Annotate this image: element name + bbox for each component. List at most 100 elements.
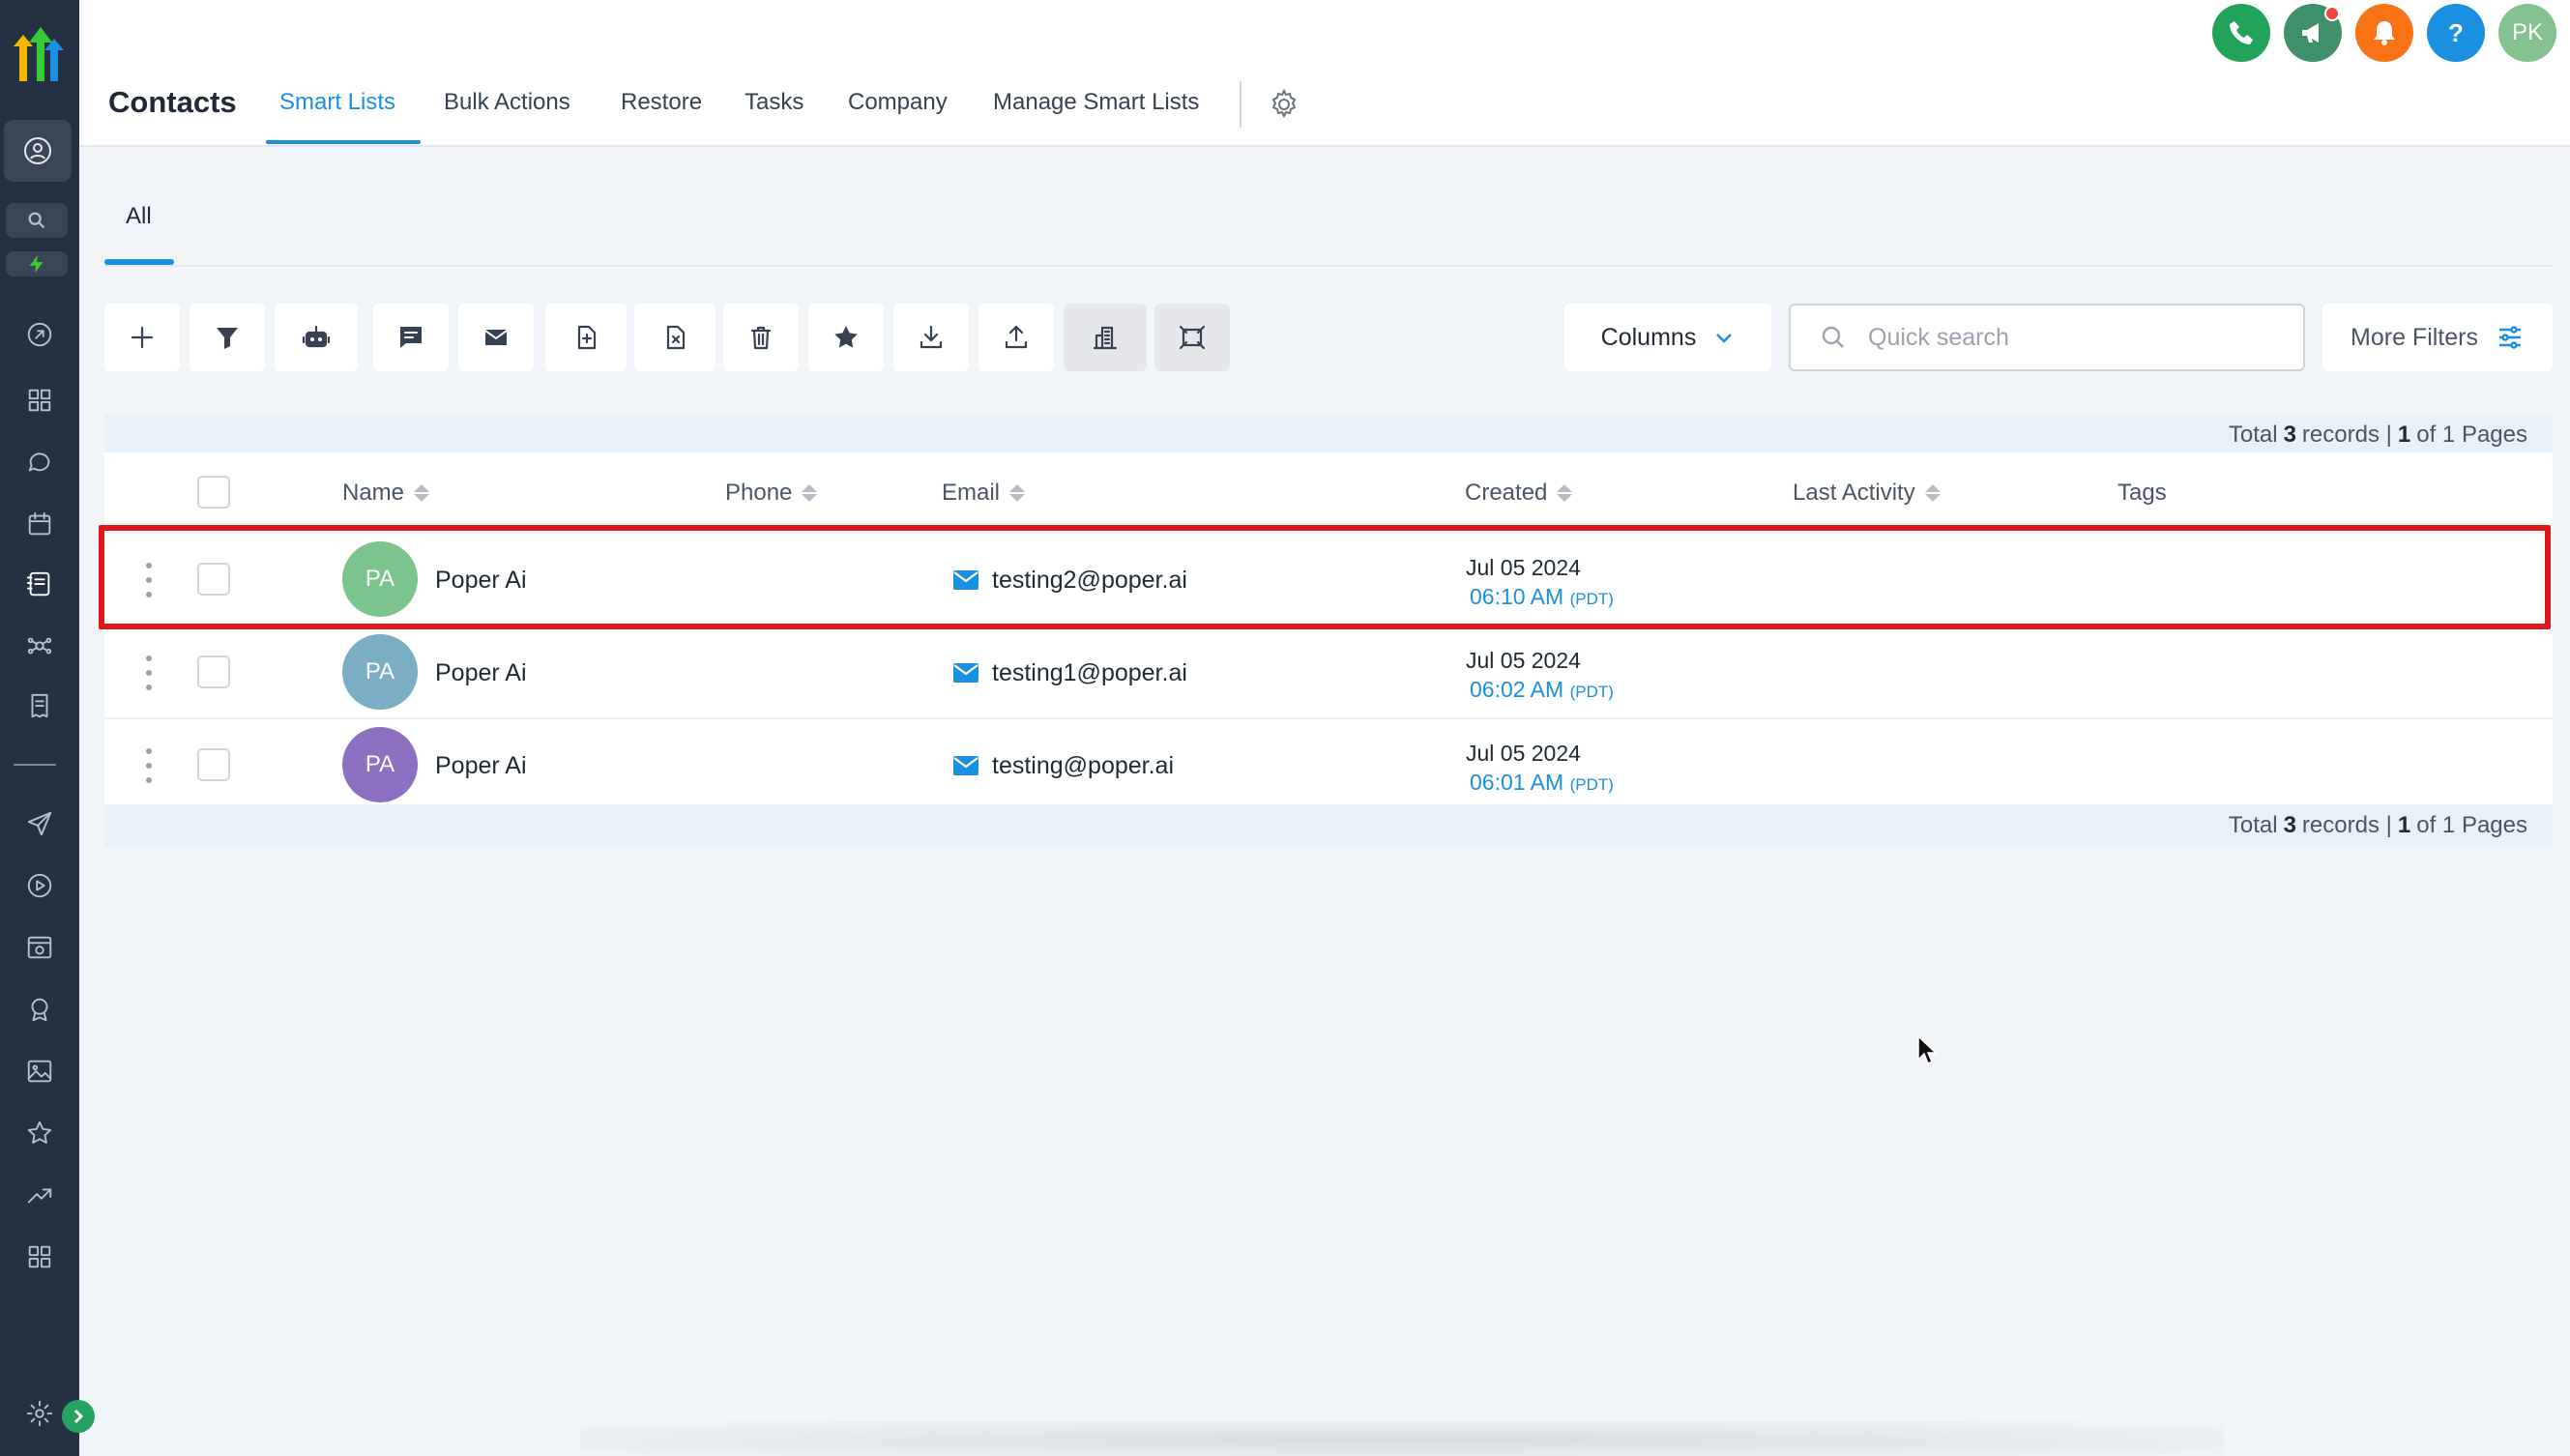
table-row[interactable]: PA Poper Ai testing@poper.ai Jul 05 2024…	[104, 717, 2553, 810]
help-button[interactable]: ?	[2427, 4, 2485, 62]
records-label: records |	[2301, 812, 2392, 838]
tab-tasks[interactable]: Tasks	[745, 89, 803, 116]
column-header-last-activity[interactable]: Last Activity	[1793, 480, 1941, 507]
quick-search-box[interactable]	[1789, 304, 2305, 371]
bottom-shadow	[580, 1421, 2224, 1456]
columns-dropdown[interactable]: Columns	[1564, 304, 1771, 371]
sidebar-item-opportunities[interactable]	[16, 623, 63, 669]
row-checkbox[interactable]	[197, 563, 230, 596]
sidebar-item-automation[interactable]	[16, 862, 63, 909]
sidebar-item-media[interactable]	[16, 1048, 63, 1094]
contact-email[interactable]: testing@poper.ai	[992, 752, 1174, 780]
merge-button[interactable]	[1154, 304, 1230, 371]
row-menu-icon[interactable]	[143, 563, 155, 597]
bot-icon	[302, 325, 331, 348]
sort-icon[interactable]	[1557, 484, 1573, 502]
phone-button[interactable]	[2212, 4, 2270, 62]
columns-label: Columns	[1600, 323, 1697, 351]
help-icon: ?	[2448, 18, 2464, 47]
column-header-phone[interactable]: Phone	[725, 480, 818, 507]
contact-avatar[interactable]: PA	[342, 634, 418, 710]
sliders-icon	[2498, 326, 2521, 349]
delete-button[interactable]	[723, 304, 799, 371]
filter-icon	[217, 328, 238, 349]
import-button[interactable]	[893, 304, 969, 371]
app-logo[interactable]	[4, 19, 68, 85]
sidebar-quick-actions[interactable]	[6, 251, 68, 277]
tab-manage-smart-lists[interactable]: Manage Smart Lists	[993, 89, 1199, 116]
sidebar-item-contacts[interactable]	[16, 561, 63, 607]
sidebar-item-memberships[interactable]	[16, 986, 63, 1033]
tab-smart-lists[interactable]: Smart Lists	[279, 89, 395, 116]
announcements-button[interactable]	[2284, 4, 2342, 62]
column-header-created[interactable]: Created	[1465, 480, 1573, 507]
sidebar-item-reputation[interactable]	[16, 1110, 63, 1156]
company-button[interactable]	[1064, 304, 1147, 371]
records-count: 3	[2283, 812, 2296, 838]
contact-avatar[interactable]: PA	[342, 541, 418, 617]
tab-bulk-actions[interactable]: Bulk Actions	[444, 89, 570, 116]
row-checkbox[interactable]	[197, 655, 230, 688]
import-icon	[920, 325, 943, 349]
sidebar-item-dashboard[interactable]	[16, 377, 63, 423]
subtab-all[interactable]: All	[126, 203, 152, 230]
contact-email[interactable]: testing1@poper.ai	[992, 659, 1187, 687]
sidebar-item-settings[interactable]	[16, 1390, 63, 1437]
sidebar-search[interactable]	[6, 203, 68, 238]
sidebar-item-launchpad[interactable]	[16, 311, 63, 358]
sidebar-item-marketing[interactable]	[16, 801, 63, 847]
contact-name[interactable]: Poper Ai	[435, 659, 527, 687]
delete-icon	[750, 326, 772, 350]
notifications-button[interactable]	[2355, 4, 2413, 62]
add-tag-button[interactable]	[545, 304, 627, 371]
sidebar-expand-button[interactable]	[62, 1400, 95, 1433]
table-row[interactable]: PA Poper Ai testing2@poper.ai Jul 05 202…	[104, 532, 2553, 625]
of-label: of	[2416, 812, 2437, 838]
row-menu-icon[interactable]	[143, 748, 155, 783]
contact-name[interactable]: Poper Ai	[435, 752, 527, 780]
sort-icon[interactable]	[1924, 484, 1941, 502]
sidebar-item-contacts-user[interactable]	[4, 120, 72, 182]
column-tags-label: Tags	[2117, 480, 2167, 506]
sidebar-item-payments[interactable]	[16, 683, 63, 729]
gear-icon	[26, 1400, 53, 1427]
tab-restore[interactable]: Restore	[621, 89, 702, 116]
current-page: 1	[2397, 422, 2411, 448]
add-to-workflow-button[interactable]	[275, 304, 358, 371]
contact-email[interactable]: testing2@poper.ai	[992, 567, 1187, 595]
select-all-checkbox[interactable]	[197, 476, 230, 509]
more-filters-button[interactable]: More Filters	[2322, 304, 2553, 371]
table-row[interactable]: PA Poper Ai testing1@poper.ai Jul 05 202…	[104, 625, 2553, 717]
sidebar-item-calendars[interactable]	[16, 501, 63, 547]
sidebar-item-reporting[interactable]	[16, 1172, 63, 1218]
user-avatar[interactable]: PK	[2498, 4, 2556, 62]
apps-grid-icon	[28, 1245, 51, 1268]
filter-button[interactable]	[190, 304, 265, 371]
column-header-name[interactable]: Name	[342, 480, 430, 507]
export-button[interactable]	[978, 304, 1054, 371]
send-sms-button[interactable]	[373, 304, 449, 371]
column-last-activity-label: Last Activity	[1793, 480, 1915, 506]
sidebar-item-app-marketplace[interactable]	[16, 1234, 63, 1280]
row-menu-icon[interactable]	[143, 655, 155, 690]
contact-name[interactable]: Poper Ai	[435, 567, 527, 595]
sort-icon[interactable]	[1009, 484, 1026, 502]
column-header-email[interactable]: Email	[942, 480, 1026, 507]
contacts-settings-button[interactable]	[1267, 87, 1303, 124]
sort-icon[interactable]	[414, 484, 430, 502]
add-contact-button[interactable]	[104, 304, 180, 371]
row-checkbox[interactable]	[197, 748, 230, 781]
remove-tag-button[interactable]	[634, 304, 716, 371]
sort-icon[interactable]	[802, 484, 818, 502]
send-email-button[interactable]	[458, 304, 534, 371]
timezone-label: (PDT)	[1569, 683, 1614, 701]
tab-company[interactable]: Company	[848, 89, 948, 116]
sidebar-item-sites[interactable]	[16, 924, 63, 971]
sidebar-item-conversations[interactable]	[16, 439, 63, 485]
contact-avatar[interactable]: PA	[342, 727, 418, 802]
quick-search-input[interactable]	[1868, 323, 2255, 352]
pages-label: Pages	[2461, 422, 2527, 448]
mouse-cursor-icon	[1917, 1034, 1938, 1065]
review-request-button[interactable]	[808, 304, 884, 371]
star-icon	[834, 326, 858, 348]
